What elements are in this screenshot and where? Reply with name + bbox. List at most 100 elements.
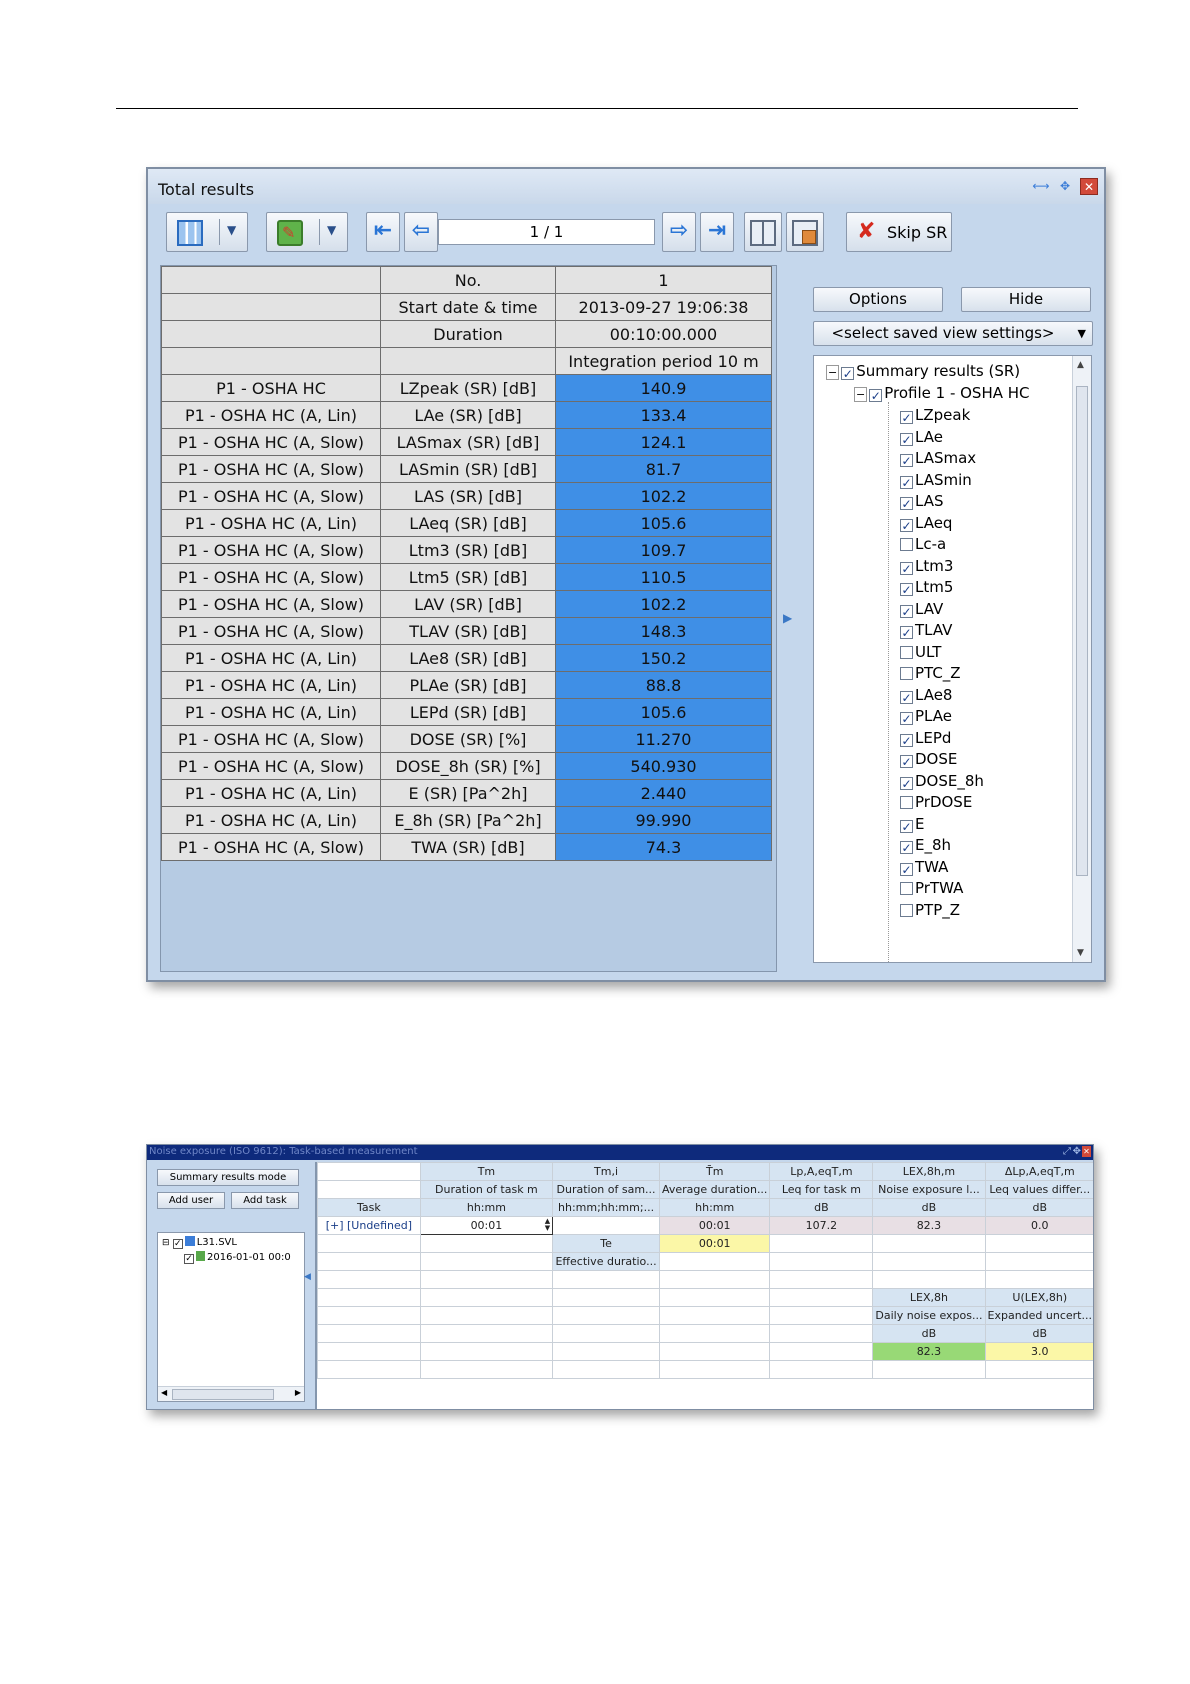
tree-item[interactable]: ULT — [900, 641, 941, 663]
value-cell[interactable]: 81.7 — [555, 455, 772, 483]
checkbox-icon[interactable]: ✓ — [172, 1239, 183, 1249]
tree-item[interactable]: ✓ LASmax — [900, 447, 976, 469]
tree-item[interactable]: ✓ DOSE_8h — [900, 770, 984, 792]
tree-root[interactable]: − ✓ Summary results (SR) — [826, 360, 1020, 382]
checkbox-icon[interactable]: ✓ — [184, 1254, 194, 1264]
result-row[interactable]: P1 - OSHA HC (A, Slow) Ltm3 (SR) [dB] 109.… — [161, 536, 772, 564]
summary-results-mode-button[interactable]: Summary results mode — [157, 1169, 299, 1186]
value-cell[interactable]: 124.1 — [555, 428, 772, 456]
maximize-icon[interactable]: ✥ — [1073, 1146, 1081, 1157]
tree-item[interactable]: ✓ LZpeak — [900, 404, 970, 426]
copy-view-button[interactable] — [786, 212, 824, 252]
result-row[interactable]: P1 - OSHA HC (A, Slow) LAV (SR) [dB] 102.2 — [161, 590, 772, 618]
previous-page-button[interactable]: ⇦ — [404, 212, 438, 252]
tree-file-node[interactable]: ⊟ ✓ L31.SVL — [162, 1236, 237, 1250]
tree-item[interactable]: ✓ LAe — [900, 426, 943, 448]
columns-button[interactable]: ▼ — [166, 212, 248, 252]
tree-item[interactable]: ✓ DOSE — [900, 748, 957, 770]
tree-item[interactable]: ✓ TLAV — [900, 619, 952, 641]
add-task-button[interactable]: Add task — [231, 1192, 299, 1209]
tree-date-node[interactable]: ✓ 2016-01-01 00:0 — [184, 1251, 291, 1264]
value-cell[interactable]: 99.990 — [555, 806, 772, 834]
collapse-icon[interactable]: − — [826, 365, 840, 380]
tree-item[interactable]: ✓ LAV — [900, 598, 943, 620]
value-cell[interactable]: 2.440 — [555, 779, 772, 807]
spin-icon[interactable]: ▲ ▼ — [545, 1218, 550, 1232]
checkbox-checked-icon[interactable]: ✓ — [900, 626, 913, 639]
tree-item[interactable]: ✓ Ltm5 — [900, 576, 953, 598]
result-row[interactable]: P1 - OSHA HC (A, Slow) Ltm5 (SR) [dB] 110.… — [161, 563, 772, 591]
checkbox-checked-icon[interactable]: ✓ — [900, 733, 913, 747]
close-icon[interactable]: ✕ — [1080, 178, 1098, 195]
task-name[interactable]: [+] [Undefined] — [317, 1216, 421, 1235]
export-button[interactable]: ✎ ▼ — [266, 212, 348, 252]
restore-icon[interactable]: ⤢ — [1063, 1146, 1071, 1157]
tree-item[interactable]: PrTWA — [900, 877, 963, 899]
next-page-button[interactable]: ⇨ — [662, 212, 696, 252]
checkbox-checked-icon[interactable]: ✓ — [900, 432, 913, 446]
value-cell[interactable]: 148.3 — [555, 617, 772, 645]
collapse-icon[interactable]: ⊟ — [162, 1238, 170, 1248]
tree-item[interactable]: ✓ LAe8 — [900, 684, 952, 706]
scroll-down-icon[interactable]: ▼ — [1077, 948, 1084, 958]
scroll-thumb[interactable] — [172, 1389, 274, 1400]
tree-item[interactable]: PrDOSE — [900, 791, 972, 813]
checkbox-unchecked-icon[interactable] — [900, 903, 913, 917]
result-row[interactable]: P1 - OSHA HC (A, Slow) TLAV (SR) [dB] 148.… — [161, 617, 772, 645]
saved-view-select[interactable]: <select saved view settings> ▼ — [813, 321, 1093, 346]
panel-splitter[interactable]: ▶ — [781, 265, 795, 972]
scroll-left-icon[interactable]: ◀ — [161, 1388, 167, 1397]
value-cell[interactable]: 140.9 — [555, 374, 772, 402]
checkbox-unchecked-icon[interactable] — [900, 667, 913, 680]
checkbox-checked-icon[interactable]: ✓ — [900, 841, 913, 854]
value-cell[interactable]: 74.3 — [555, 833, 772, 861]
tree-item[interactable]: ✓ LEPd — [900, 727, 951, 749]
result-row[interactable]: P1 - OSHA HC (A, Lin) LAe (SR) [dB] 133.4 — [161, 401, 772, 429]
result-row[interactable]: P1 - OSHA HC (A, Lin) E (SR) [Pa^2h] 2.440 — [161, 779, 772, 807]
maximize-icon[interactable]: ✥ — [1056, 178, 1074, 195]
checkbox-checked-icon[interactable]: ✓ — [900, 454, 913, 467]
collapse-icon[interactable]: − — [854, 387, 868, 402]
checkbox-checked-icon[interactable]: ✓ — [900, 712, 913, 725]
page-indicator[interactable]: 1 / 1 — [438, 219, 655, 245]
fit-width-icon[interactable]: ⟷ — [1032, 178, 1050, 195]
result-row[interactable]: P1 - OSHA HC (A, Lin) E_8h (SR) [Pa^2h] 99… — [161, 806, 772, 834]
checkbox-unchecked-icon[interactable] — [900, 882, 913, 895]
skip-sr-button[interactable]: ✘ Skip SR — [846, 212, 952, 252]
tree-item[interactable]: Lc-a — [900, 533, 946, 555]
checkbox-checked-icon[interactable]: ✓ — [900, 604, 913, 618]
result-row[interactable]: P1 - OSHA HC (A, Slow) TWA (SR) [dB] 74.3 — [161, 833, 772, 861]
add-user-button[interactable]: Add user — [157, 1192, 225, 1209]
value-cell[interactable]: 88.8 — [555, 671, 772, 699]
tree-hscrollbar[interactable]: ◀ ▶ — [158, 1386, 304, 1401]
tree-item[interactable]: ✓ LASmin — [900, 469, 972, 491]
result-row[interactable]: P1 - OSHA HC (A, Lin) LEPd (SR) [dB] 105.6 — [161, 698, 772, 726]
result-row[interactable]: P1 - OSHA HC (A, Slow) LASmin (SR) [dB] 81… — [161, 455, 772, 483]
task-duration-input[interactable]: 00:01 ▲ ▼ — [419, 1216, 554, 1235]
scroll-right-icon[interactable]: ▶ — [295, 1388, 301, 1397]
tree-item[interactable]: ✓ Ltm3 — [900, 555, 953, 577]
result-row[interactable]: P1 - OSHA HC (A, Slow) LAS (SR) [dB] 102.2 — [161, 482, 772, 510]
value-cell[interactable]: 150.2 — [555, 644, 772, 672]
checkbox-checked-icon[interactable]: ✓ — [900, 411, 913, 424]
value-cell[interactable]: 105.6 — [555, 698, 772, 726]
checkbox-icon[interactable]: ✓ — [869, 389, 883, 402]
scroll-thumb[interactable] — [1076, 386, 1088, 876]
tree-item[interactable]: PTP_Z — [900, 899, 960, 921]
result-row[interactable]: P1 - OSHA HC (A, Slow) DOSE_8h (SR) [%] 54… — [161, 752, 772, 780]
value-cell[interactable]: 109.7 — [555, 536, 772, 564]
last-page-button[interactable]: ⇥ — [700, 212, 734, 252]
checkbox-unchecked-icon[interactable] — [900, 796, 913, 809]
result-row[interactable]: P1 - OSHA HC (A, Lin) LAe8 (SR) [dB] 150.2 — [161, 644, 772, 672]
checkbox-checked-icon[interactable]: ✓ — [900, 475, 913, 489]
tree-item[interactable]: PTC_Z — [900, 662, 961, 684]
checkbox-checked-icon[interactable]: ✓ — [900, 690, 913, 704]
tree-scrollbar[interactable]: ▲ ▼ — [1072, 356, 1091, 962]
value-cell[interactable]: 102.2 — [555, 482, 772, 510]
value-cell[interactable]: 102.2 — [555, 590, 772, 618]
result-row[interactable]: P1 - OSHA HC (A, Lin) LAeq (SR) [dB] 105.6 — [161, 509, 772, 537]
tree-item[interactable]: ✓ E — [900, 813, 924, 835]
sample-duration-cell[interactable] — [552, 1216, 660, 1235]
value-cell[interactable]: 105.6 — [555, 509, 772, 537]
checkbox-checked-icon[interactable]: ✓ — [900, 776, 913, 790]
